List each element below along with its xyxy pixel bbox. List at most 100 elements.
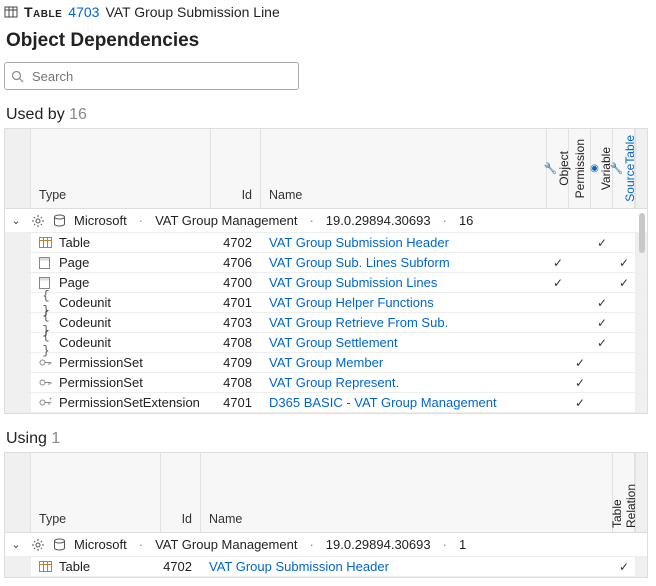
col-name[interactable]: Name bbox=[261, 129, 547, 208]
grid-header: Type Id Name 🔧 Object Permission ◉ Varia… bbox=[5, 129, 647, 209]
col-name[interactable]: Name bbox=[201, 453, 613, 532]
type-label: Page bbox=[59, 255, 89, 270]
page-icon bbox=[39, 257, 53, 269]
cell-source-table bbox=[613, 233, 635, 252]
group-count: 1 bbox=[459, 537, 466, 552]
cell-type: { }Codeunit bbox=[31, 313, 211, 332]
cell-source-table bbox=[613, 313, 635, 332]
cell-variable: ✓ bbox=[591, 293, 613, 312]
type-label: Page bbox=[59, 275, 89, 290]
grid-header: Type Id Name Table Relation bbox=[5, 453, 647, 533]
object-type-label: Table bbox=[24, 4, 62, 20]
cell-object bbox=[547, 373, 569, 392]
cell-variable: ✓ bbox=[591, 313, 613, 332]
cell-source-table bbox=[613, 293, 635, 312]
used-by-heading: Used by 16 bbox=[6, 106, 648, 124]
vertical-scrollbar[interactable] bbox=[639, 213, 645, 253]
expand-toggle[interactable]: ⌄ bbox=[9, 214, 23, 227]
table-row[interactable]: Table4702VAT Group Submission Header✓ bbox=[5, 233, 647, 253]
cell-type: PermissionSet bbox=[31, 353, 211, 372]
gear-icon bbox=[31, 538, 45, 552]
cell-name[interactable]: VAT Group Retrieve From Sub. bbox=[261, 313, 547, 332]
row-gutter bbox=[5, 557, 31, 576]
cell-type: Page bbox=[31, 273, 211, 292]
group-row[interactable]: ⌄ Microsoft · VAT Group Management · 19.… bbox=[5, 209, 647, 233]
row-gutter bbox=[5, 273, 31, 292]
cell-id: 4703 bbox=[211, 313, 261, 332]
table-row[interactable]: { }Codeunit4708VAT Group Settlement✓ bbox=[5, 333, 647, 353]
svg-text:+: + bbox=[49, 397, 53, 403]
cell-name[interactable]: VAT Group Settlement bbox=[261, 333, 547, 352]
search-input[interactable] bbox=[30, 68, 292, 85]
row-gutter-right bbox=[635, 333, 647, 352]
group-publisher: Microsoft bbox=[74, 213, 127, 228]
type-label: PermissionSet bbox=[59, 355, 143, 370]
table-icon bbox=[4, 5, 18, 19]
cell-name[interactable]: VAT Group Sub. Lines Subform bbox=[261, 253, 547, 272]
row-gutter-right bbox=[635, 273, 647, 292]
type-label: PermissionSetExtension bbox=[59, 395, 200, 410]
cell-id: 4701 bbox=[211, 293, 261, 312]
search-box[interactable] bbox=[4, 62, 299, 90]
cell-object: ✓ bbox=[547, 253, 569, 272]
row-gutter bbox=[5, 333, 31, 352]
group-version: 19.0.29894.30693 bbox=[326, 213, 431, 228]
table-row[interactable]: { }Codeunit4701VAT Group Helper Function… bbox=[5, 293, 647, 313]
col-table-relation[interactable]: Table Relation bbox=[613, 453, 635, 532]
cell-type: Table bbox=[31, 233, 211, 252]
cell-source-table bbox=[613, 333, 635, 352]
group-row[interactable]: ⌄ Microsoft · VAT Group Management · 19.… bbox=[5, 533, 647, 557]
cell-name[interactable]: VAT Group Member bbox=[261, 353, 547, 372]
table-row[interactable]: { }Codeunit4703VAT Group Retrieve From S… bbox=[5, 313, 647, 333]
cell-permission bbox=[569, 273, 591, 292]
cell-permission: ✓ bbox=[569, 373, 591, 392]
group-version: 19.0.29894.30693 bbox=[326, 537, 431, 552]
col-type[interactable]: Type bbox=[31, 453, 161, 532]
used-by-grid: Type Id Name 🔧 Object Permission ◉ Varia… bbox=[4, 128, 648, 414]
cell-name[interactable]: VAT Group Represent. bbox=[261, 373, 547, 392]
col-object[interactable]: 🔧 Object bbox=[547, 129, 569, 208]
object-id[interactable]: 4703 bbox=[68, 4, 99, 20]
row-gutter-right bbox=[635, 353, 647, 372]
table-row[interactable]: +PermissionSetExtension4701D365 BASIC - … bbox=[5, 393, 647, 413]
expand-toggle[interactable]: ⌄ bbox=[9, 538, 23, 551]
group-count: 16 bbox=[459, 213, 473, 228]
col-id[interactable]: Id bbox=[161, 453, 201, 532]
cell-name[interactable]: VAT Group Submission Lines bbox=[261, 273, 547, 292]
col-id[interactable]: Id bbox=[211, 129, 261, 208]
type-label: PermissionSet bbox=[59, 375, 143, 390]
row-gutter-right bbox=[635, 373, 647, 392]
database-icon bbox=[53, 538, 66, 551]
cell-id: 4706 bbox=[211, 253, 261, 272]
col-permission[interactable]: Permission bbox=[569, 129, 591, 208]
using-heading: Using 1 bbox=[6, 430, 648, 448]
cell-variable: ✓ bbox=[591, 233, 613, 252]
row-gutter-right bbox=[635, 393, 647, 412]
cell-object bbox=[547, 293, 569, 312]
cell-name[interactable]: VAT Group Submission Header bbox=[201, 557, 613, 576]
cell-permission bbox=[569, 313, 591, 332]
table-row[interactable]: Page4706VAT Group Sub. Lines Subform✓✓ bbox=[5, 253, 647, 273]
cell-name[interactable]: D365 BASIC - VAT Group Management bbox=[261, 393, 547, 412]
type-label: Codeunit bbox=[59, 295, 111, 310]
table-row[interactable]: PermissionSet4708VAT Group Represent.✓ bbox=[5, 373, 647, 393]
col-source-table[interactable]: 🔧 SourceTable bbox=[613, 129, 635, 208]
table-row[interactable]: Table4702VAT Group Submission Header✓ bbox=[5, 557, 647, 577]
table-row[interactable]: PermissionSet4709VAT Group Member✓ bbox=[5, 353, 647, 373]
row-gutter bbox=[5, 253, 31, 272]
row-gutter-right bbox=[635, 293, 647, 312]
cell-permission bbox=[569, 333, 591, 352]
cell-name[interactable]: VAT Group Submission Header bbox=[261, 233, 547, 252]
database-icon bbox=[53, 214, 66, 227]
cell-source-table bbox=[613, 353, 635, 372]
cell-name[interactable]: VAT Group Helper Functions bbox=[261, 293, 547, 312]
table-row[interactable]: Page4700VAT Group Submission Lines✓✓ bbox=[5, 273, 647, 293]
cell-variable bbox=[591, 253, 613, 272]
keyext-icon: + bbox=[39, 397, 53, 408]
cell-object: ✓ bbox=[547, 273, 569, 292]
cell-variable bbox=[591, 353, 613, 372]
cell-variable: ✓ bbox=[591, 333, 613, 352]
cell-permission: ✓ bbox=[569, 353, 591, 372]
col-type[interactable]: Type bbox=[31, 129, 211, 208]
cell-table-relation: ✓ bbox=[613, 557, 635, 576]
